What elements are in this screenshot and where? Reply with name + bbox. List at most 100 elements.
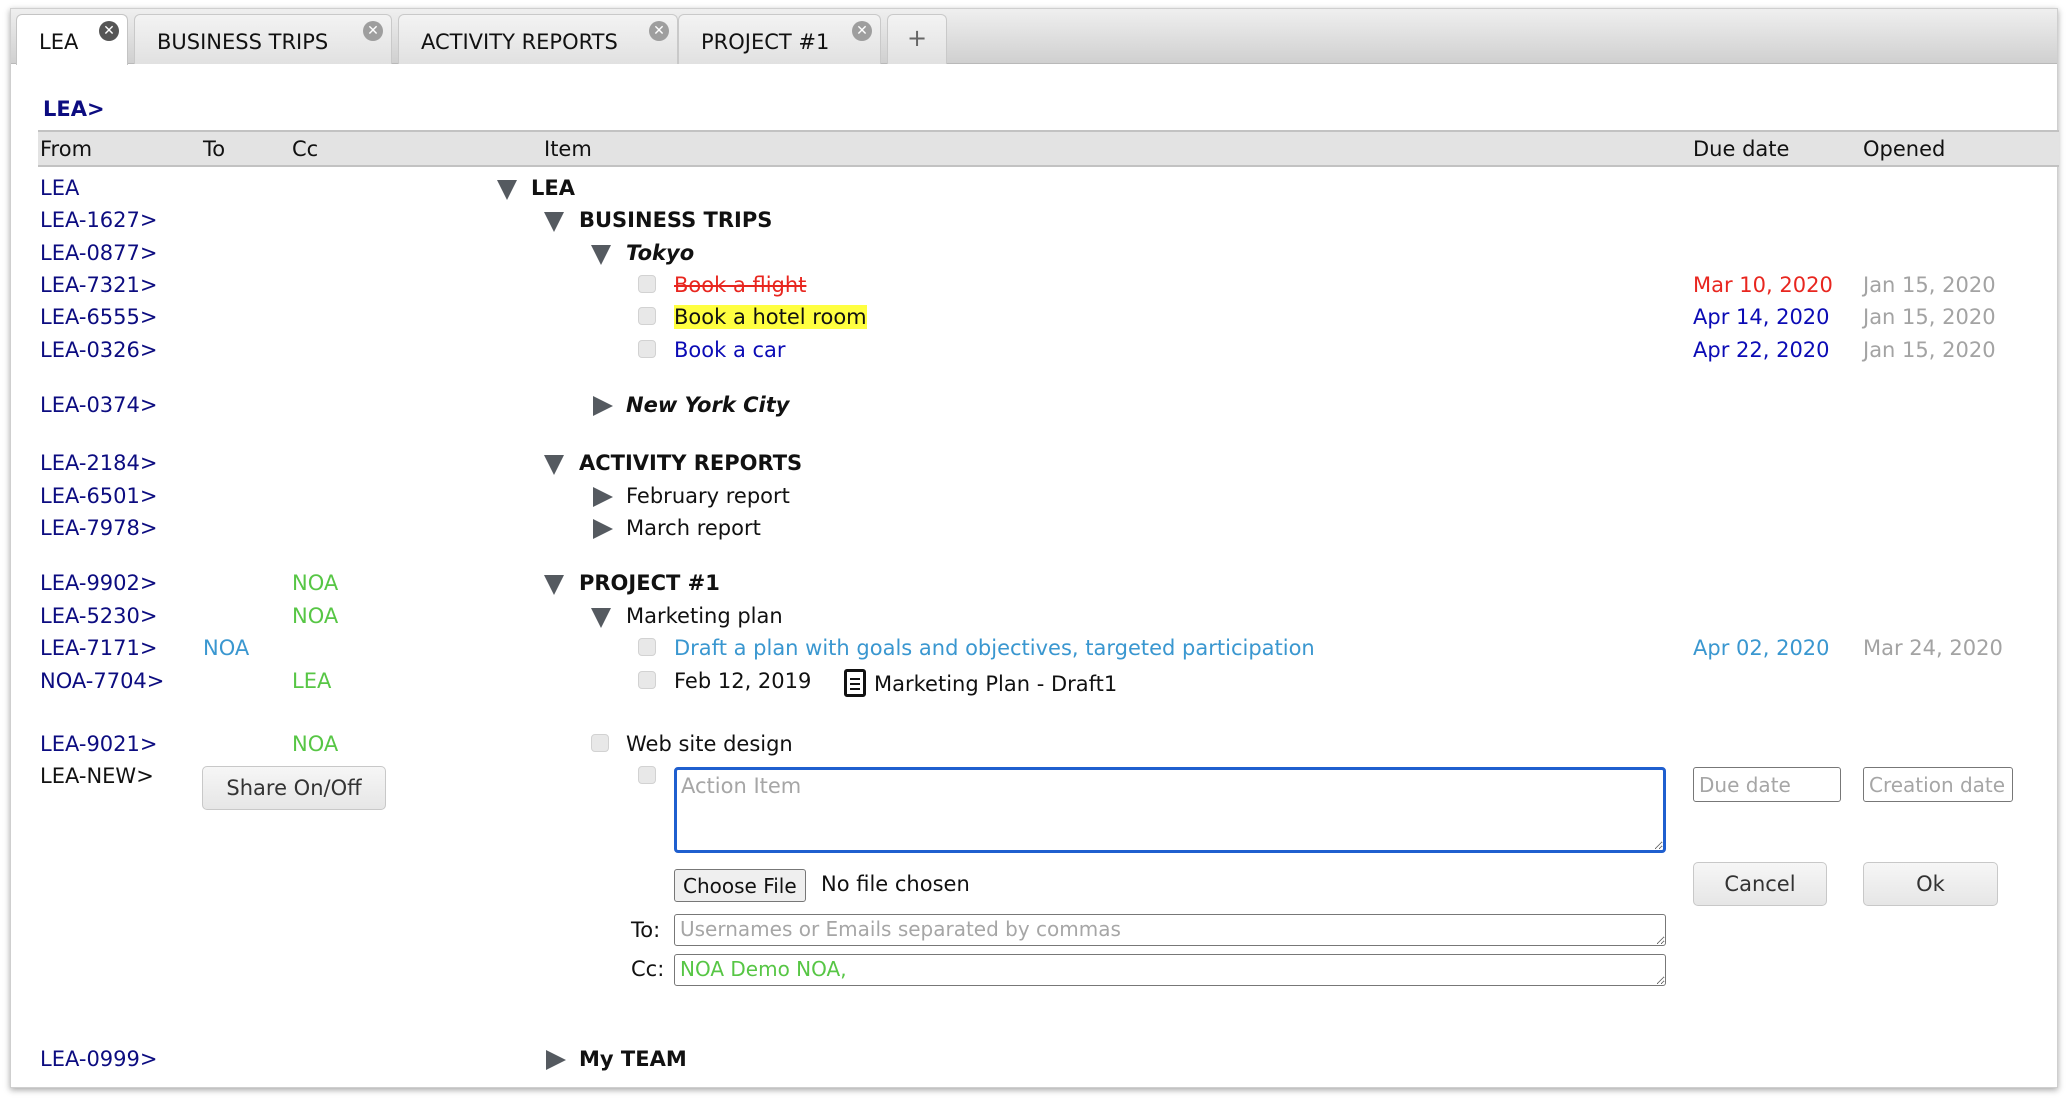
share-toggle-button[interactable]: Share On/Off <box>202 766 386 810</box>
from-link[interactable]: LEA-9021> <box>40 732 158 756</box>
to-label: To: <box>631 918 661 942</box>
choose-file-button[interactable]: Choose File <box>674 869 806 902</box>
tree-node-label[interactable]: LEA <box>531 176 575 200</box>
table-row: LEA-9021> NOA Web site design <box>11 732 2057 764</box>
task-checkbox[interactable] <box>591 734 609 752</box>
from-link[interactable]: LEA-1627> <box>40 208 158 232</box>
close-tab-icon[interactable]: ✕ <box>649 21 669 41</box>
collapse-triangle-icon[interactable] <box>591 608 611 628</box>
from-link[interactable]: LEA-0877> <box>40 241 158 265</box>
column-header-item: Item <box>544 137 592 161</box>
table-row: LEA-0326> Book a car Apr 22, 2020 Jan 15… <box>11 338 2057 370</box>
expand-triangle-icon[interactable] <box>593 519 613 539</box>
from-link[interactable]: LEA-2184> <box>40 451 158 475</box>
task-checkbox[interactable] <box>638 275 656 293</box>
collapse-triangle-icon[interactable] <box>591 245 611 265</box>
cc-label: Cc: <box>631 957 665 981</box>
task-label[interactable]: Book a hotel room <box>674 305 867 329</box>
tree-node-label[interactable]: March report <box>626 516 761 540</box>
from-link[interactable]: LEA-0374> <box>40 393 158 417</box>
new-item-id: LEA-NEW> <box>40 764 154 788</box>
tab-label: PROJECT #1 <box>701 30 830 54</box>
tree-node-label[interactable]: February report <box>626 484 790 508</box>
close-tab-icon[interactable]: ✕ <box>852 21 872 41</box>
table-row: LEA-9902> NOA PROJECT #1 <box>11 571 2057 603</box>
table-row: NOA-7704> LEA Feb 12, 2019 Marketing Pla… <box>11 669 2057 701</box>
collapse-triangle-icon[interactable] <box>544 212 564 232</box>
task-checkbox[interactable] <box>638 340 656 358</box>
from-link[interactable]: LEA-7171> <box>40 636 158 660</box>
cc-user[interactable]: LEA <box>292 669 331 693</box>
table-row: LEA-7321> Book a flight Mar 10, 2020 Jan… <box>11 273 2057 305</box>
task-label[interactable]: Draft a plan with goals and objectives, … <box>674 636 1315 660</box>
due-date-input[interactable] <box>1693 767 1841 802</box>
from-link[interactable]: LEA-0999> <box>40 1047 158 1071</box>
task-checkbox[interactable] <box>638 671 656 689</box>
tree-node-label[interactable]: PROJECT #1 <box>579 571 720 595</box>
attachment-name: Marketing Plan - Draft1 <box>874 672 1118 696</box>
creation-date-input[interactable] <box>1863 767 2013 802</box>
column-header-due-date: Due date <box>1693 137 1790 161</box>
tab-project-1[interactable]: PROJECT #1 ✕ <box>678 14 881 64</box>
tree-node-label[interactable]: BUSINESS TRIPS <box>579 208 772 232</box>
close-tab-icon[interactable]: ✕ <box>99 21 119 41</box>
tree-node-label[interactable]: Marketing plan <box>626 604 783 628</box>
tab-label: LEA <box>39 30 79 54</box>
task-label[interactable]: Book a flight <box>674 273 806 297</box>
collapse-triangle-icon[interactable] <box>544 575 564 595</box>
collapse-triangle-icon[interactable] <box>497 180 517 200</box>
task-checkbox[interactable] <box>638 307 656 325</box>
from-link[interactable]: LEA <box>40 176 79 200</box>
task-checkbox[interactable] <box>638 638 656 656</box>
cc-user[interactable]: NOA <box>292 571 338 595</box>
tree-node-label[interactable]: My TEAM <box>579 1047 687 1071</box>
ok-button[interactable]: Ok <box>1863 862 1998 906</box>
table-row: LEA-6555> Book a hotel room Apr 14, 2020… <box>11 305 2057 337</box>
table-row: LEA-7978> March report <box>11 516 2057 548</box>
from-link[interactable]: LEA-5230> <box>40 604 158 628</box>
tab-business-trips[interactable]: BUSINESS TRIPS ✕ <box>134 14 392 64</box>
to-user[interactable]: NOA <box>203 636 249 660</box>
table-row: LEA-1627> BUSINESS TRIPS <box>11 208 2057 240</box>
attachment-link[interactable]: Marketing Plan - Draft1 <box>844 669 1117 697</box>
cancel-button[interactable]: Cancel <box>1693 862 1827 906</box>
action-item-textarea[interactable] <box>674 767 1666 853</box>
expand-triangle-icon[interactable] <box>593 396 613 416</box>
from-link[interactable]: NOA-7704> <box>40 669 164 693</box>
from-link[interactable]: LEA-7978> <box>40 516 158 540</box>
cc-user[interactable]: NOA <box>292 604 338 628</box>
task-checkbox[interactable] <box>638 766 656 784</box>
close-tab-icon[interactable]: ✕ <box>363 21 383 41</box>
from-link[interactable]: LEA-6555> <box>40 305 158 329</box>
task-label[interactable]: Book a car <box>674 338 786 362</box>
from-link[interactable]: LEA-0326> <box>40 338 158 362</box>
tree-node-label[interactable]: New York City <box>626 393 789 417</box>
tree-node-label[interactable]: Tokyo <box>626 241 694 265</box>
tree-node-label[interactable]: Web site design <box>626 732 793 756</box>
column-header-to: To <box>203 137 226 161</box>
column-header-opened: Opened <box>1863 137 1946 161</box>
from-link[interactable]: LEA-7321> <box>40 273 158 297</box>
collapse-triangle-icon[interactable] <box>544 455 564 475</box>
due-date: Apr 14, 2020 <box>1693 305 1830 329</box>
table-row: LEA-0374> New York City <box>11 393 2057 425</box>
table-row: LEA LEA <box>11 176 2057 208</box>
tree-node-label[interactable]: ACTIVITY REPORTS <box>579 451 802 475</box>
to-recipients-input[interactable] <box>674 914 1666 946</box>
tab-label: BUSINESS TRIPS <box>157 30 329 54</box>
breadcrumb[interactable]: LEA> <box>43 97 105 121</box>
from-link[interactable]: LEA-6501> <box>40 484 158 508</box>
tab-label: ACTIVITY REPORTS <box>421 30 618 54</box>
tab-lea[interactable]: LEA ✕ <box>16 14 128 65</box>
document-icon <box>844 669 866 697</box>
expand-triangle-icon[interactable] <box>593 487 613 507</box>
opened-date: Jan 15, 2020 <box>1863 338 1996 362</box>
cc-user[interactable]: NOA <box>292 732 338 756</box>
add-tab-button[interactable]: + <box>887 14 947 64</box>
opened-date: Jan 15, 2020 <box>1863 273 1996 297</box>
from-link[interactable]: LEA-9902> <box>40 571 158 595</box>
tab-activity-reports[interactable]: ACTIVITY REPORTS ✕ <box>398 14 678 64</box>
table-header: From To Cc Item Due date Opened <box>38 130 2059 167</box>
expand-triangle-icon[interactable] <box>546 1050 566 1070</box>
cc-recipients-input[interactable]: NOA Demo NOA, <box>674 954 1666 986</box>
